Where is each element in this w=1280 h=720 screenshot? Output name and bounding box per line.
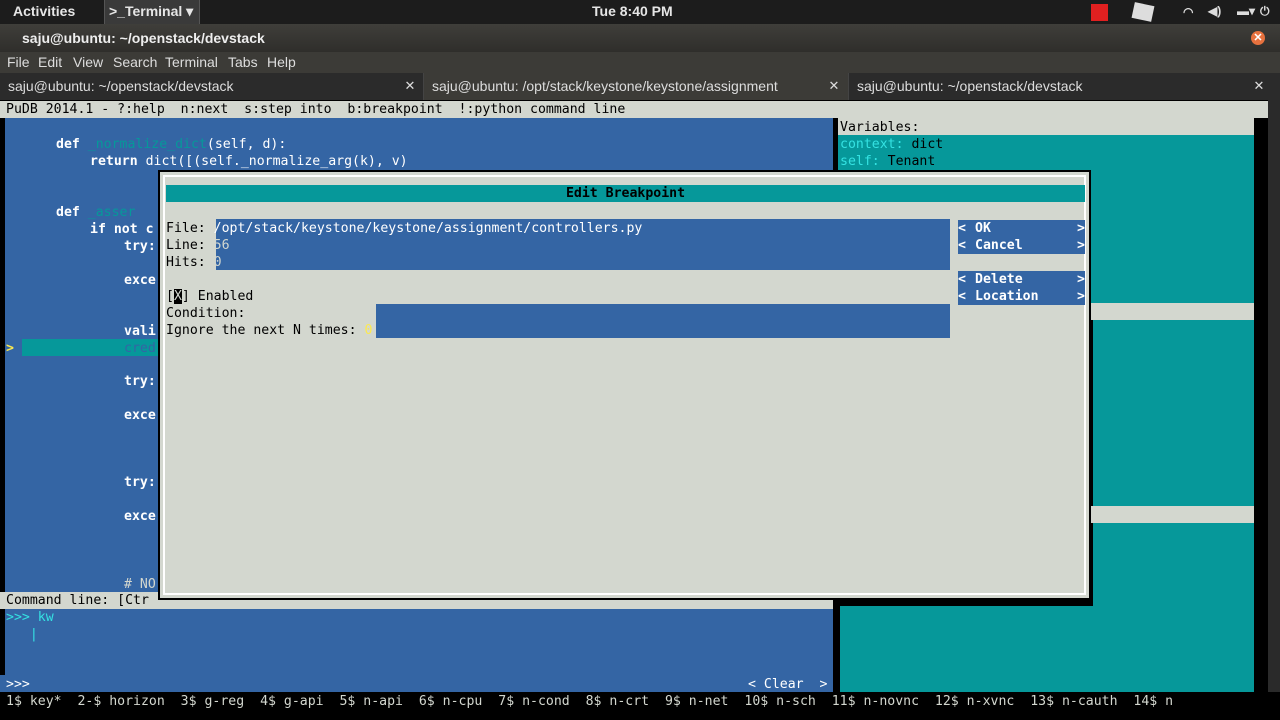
tab-devstack-1[interactable]: saju@ubuntu: ~/openstack/devstack ✕ (0, 73, 424, 100)
terminal-icon: >_ (109, 3, 125, 19)
menu-view[interactable]: View (73, 54, 103, 70)
enabled-checkbox[interactable]: [X] Enabled (166, 288, 253, 305)
code-line-vali: vali (124, 324, 156, 339)
ignore-row: Ignore the next N times: 0 (166, 323, 373, 338)
hits-value[interactable]: 0 (214, 255, 222, 270)
hits-row: Hits: 0 (166, 255, 222, 270)
clear-button[interactable]: < Clear > (748, 676, 827, 693)
menu-help[interactable]: Help (267, 54, 296, 70)
variable-row-self[interactable]: self: Tenant (840, 153, 935, 170)
delete-button[interactable]: < Delete > (958, 271, 1085, 288)
code-line-cred: cred (124, 341, 156, 356)
code-line-try1: try: (124, 239, 156, 254)
code-line-def1: def _normalize_dict(self, d): (56, 137, 287, 152)
terminal-scrollbar[interactable] (1268, 100, 1280, 692)
ignore-value[interactable]: 0 (365, 323, 373, 338)
code-line-comment: # NO (124, 577, 156, 592)
tab-close-icon[interactable]: ✕ (1252, 78, 1266, 94)
cancel-button[interactable]: < Cancel > (958, 237, 1085, 254)
app-menu-label: Terminal ▾ (124, 3, 194, 19)
menu-terminal[interactable]: Terminal (165, 54, 218, 70)
tab-label: saju@ubuntu: ~/openstack/devstack (857, 78, 1083, 94)
code-line-except2: exce (124, 408, 156, 423)
gnome-top-bar: Activities >_Terminal ▾ Tue 8:40 PM ◠ ◀)… (0, 0, 1280, 24)
breakpoints-header-bg (1090, 506, 1254, 523)
record-indicator-icon[interactable] (1091, 4, 1108, 21)
menu-bar: File Edit View Search Terminal Tabs Help (0, 52, 1280, 73)
terminal-area[interactable]: PuDB 2014.1 - ?:help n:next s:step into … (0, 100, 1280, 720)
condition-label: Condition: (166, 306, 246, 321)
clock[interactable]: Tue 8:40 PM (592, 3, 673, 19)
code-line-try3: try: (124, 475, 156, 490)
menu-tabs[interactable]: Tabs (228, 54, 258, 70)
code-line-def2: def _asser (56, 205, 136, 220)
tab-close-icon[interactable]: ✕ (403, 78, 417, 94)
code-line-if: if not c (90, 222, 154, 237)
tab-bar: saju@ubuntu: ~/openstack/devstack ✕ saju… (0, 73, 1280, 100)
menu-edit[interactable]: Edit (38, 54, 62, 70)
location-button[interactable]: < Location > (958, 288, 1085, 305)
current-line-marker: > (6, 341, 14, 356)
battery-icon[interactable]: ▬▾ (1237, 4, 1255, 21)
window-close-icon[interactable]: ✕ (1251, 31, 1265, 45)
window-title-bar: saju@ubuntu: ~/openstack/devstack ✕ (0, 24, 1280, 52)
tab-label: saju@ubuntu: ~/openstack/devstack (8, 78, 234, 94)
variable-row-context[interactable]: context: dict (840, 136, 943, 153)
command-input-bg (0, 675, 833, 692)
menu-search[interactable]: Search (113, 54, 157, 70)
app-menu[interactable]: >_Terminal ▾ (104, 0, 201, 24)
tab-close-icon[interactable]: ✕ (827, 78, 841, 94)
power-icon[interactable]: ⏻ (1260, 4, 1277, 21)
wifi-icon[interactable]: ◠ (1183, 5, 1200, 22)
activities-button[interactable]: Activities (13, 3, 75, 19)
condition-fields-bg (376, 304, 950, 338)
code-line-try2: try: (124, 374, 156, 389)
pudb-header: PuDB 2014.1 - ?:help n:next s:step into … (0, 101, 1280, 118)
tab-label: saju@ubuntu: /opt/stack/keystone/keyston… (432, 78, 778, 94)
tab-devstack-2[interactable]: saju@ubuntu: ~/openstack/devstack ✕ (849, 73, 1280, 100)
code-line-except1: exce (124, 273, 156, 288)
volume-icon[interactable]: ◀) (1208, 4, 1225, 21)
file-value[interactable]: /opt/stack/keystone/keystone/assignment/… (214, 221, 643, 236)
ok-button[interactable]: < OK > (958, 220, 1085, 237)
menu-file[interactable]: File (7, 54, 30, 70)
messaging-icon[interactable] (1131, 2, 1155, 22)
stack-header-bg (1090, 303, 1254, 320)
command-input[interactable]: >>> (6, 676, 30, 693)
command-history-line: >>> kw (6, 610, 54, 625)
line-value[interactable]: 56 (214, 238, 230, 253)
variables-title: Variables: (840, 120, 920, 135)
dialog-title: Edit Breakpoint (166, 185, 1085, 202)
stack-pane[interactable] (1093, 320, 1254, 506)
command-cursor: | (6, 627, 38, 642)
line-row: Line: 56 (166, 238, 230, 253)
code-line-except3: exce (124, 509, 156, 524)
code-line-return: return dict([(self._normalize_arg(k), v) (90, 154, 408, 169)
window-title: saju@ubuntu: ~/openstack/devstack (22, 30, 265, 46)
file-row: File: /opt/stack/keystone/keystone/assig… (166, 221, 643, 236)
tab-keystone-assignment[interactable]: saju@ubuntu: /opt/stack/keystone/keyston… (424, 73, 849, 100)
screen-window-bar: 1$ key* 2-$ horizon 3$ g-reg 4$ g-api 5$… (0, 692, 1280, 720)
breakpoints-pane-lower[interactable] (840, 606, 1254, 692)
